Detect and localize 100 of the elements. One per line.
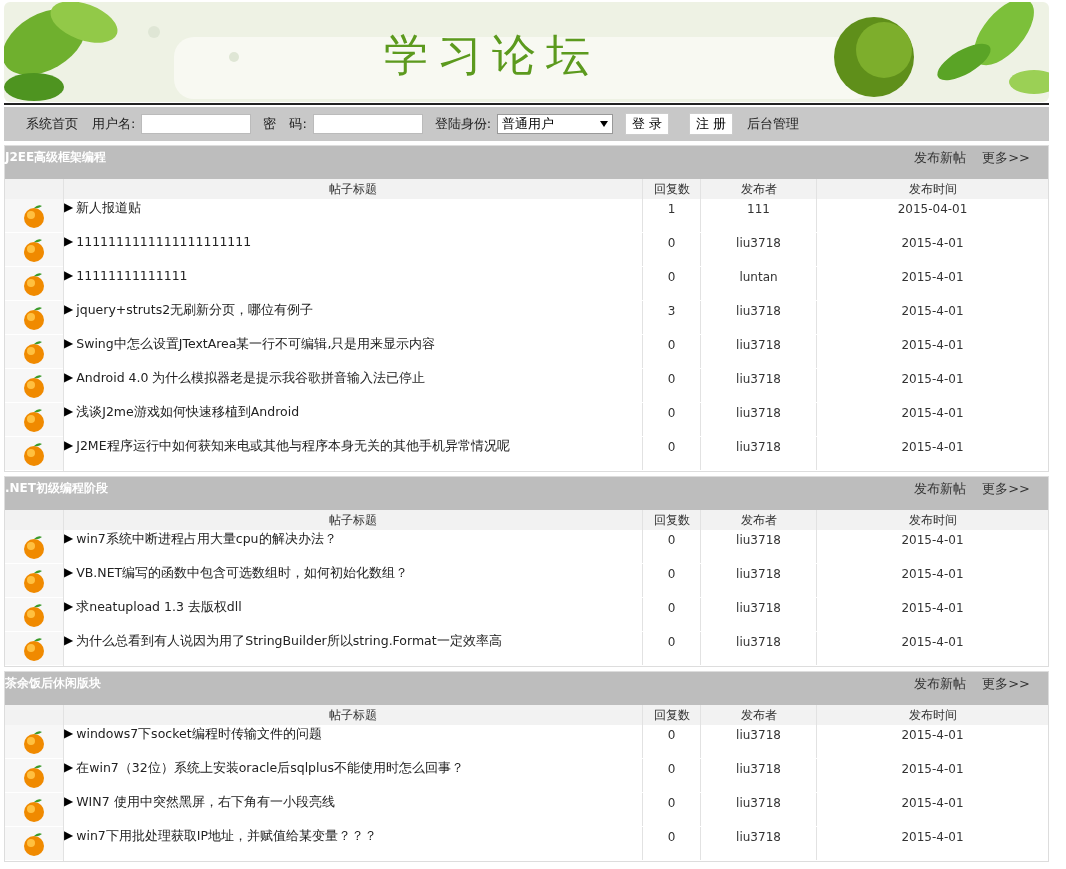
post-title-link[interactable]: win7下用批处理获取IP地址，并赋值给某变量？？？ [76,828,378,845]
password-field[interactable] [312,114,423,134]
fruit-icon [22,567,46,594]
fruit-icon [22,601,46,628]
admin-link[interactable]: 后台管理 [747,115,800,133]
fruit-icon [22,762,46,789]
fruit-icon [22,338,46,365]
section-title: 茶余饭后休闲版块 [5,675,101,692]
column-header: 回复数 [642,705,700,725]
reply-count: 0 [642,759,700,792]
reply-count: 0 [642,369,700,402]
reply-count: 1 [642,199,700,232]
reply-count: 0 [642,335,700,368]
post-title-link[interactable]: Swing中怎么设置JTextArea某一行不可编辑,只是用来显示内容 [76,336,436,353]
reply-count: 0 [642,632,700,665]
section-title: J2EE高级框架编程 [5,149,107,166]
reply-count: 0 [642,598,700,631]
post-title-link[interactable]: jquery+struts2无刷新分页，哪位有例子 [76,302,314,319]
fruit-icon [22,728,46,755]
login-button[interactable]: 登 录 [625,113,670,135]
date-cell: 2015-4-01 [816,267,1048,300]
fruit-icon [22,830,46,857]
author-cell: liu3718 [700,530,816,563]
row-marker: ▶ [64,565,74,579]
reply-count: 3 [642,301,700,334]
reply-count: 0 [642,725,700,758]
column-header: 发布者 [700,179,816,199]
row-marker: ▶ [64,200,74,214]
row-marker: ▶ [64,234,74,248]
home-link[interactable]: 系统首页 [26,115,78,133]
author-cell: liu3718 [700,403,816,436]
more-link[interactable]: 更多>> [982,149,1030,167]
row-marker: ▶ [64,726,74,740]
reply-count: 0 [642,403,700,436]
fruit-icon [22,635,46,662]
author-cell: liu3718 [700,725,816,758]
post-title-link[interactable]: 为什么总看到有人说因为用了StringBuilder所以string.Format一定效率高 [76,633,502,650]
fruit-icon [22,304,46,331]
more-link[interactable]: 更多>> [982,480,1030,498]
row-marker: ▶ [64,794,74,808]
password-label: 密 码: [263,115,307,133]
username-field[interactable] [141,114,252,134]
post-title-link[interactable]: 求neatupload 1.3 去版权dll [76,599,242,616]
row-marker: ▶ [64,268,74,282]
username-label: 用户名: [92,115,136,133]
reply-count: 0 [642,564,700,597]
post-title-link[interactable]: 1111111111111111111111 [76,234,252,249]
post-title-link[interactable]: WIN7 使用中突然黑屏，右下角有一小段亮线 [76,794,335,811]
date-cell: 2015-4-01 [816,233,1048,266]
column-header: 发布时间 [816,179,1048,199]
post-title-link[interactable]: 浅谈J2me游戏如何快速移植到Android [76,404,300,421]
fruit-icon [22,440,46,467]
caret-icon [600,121,609,127]
date-cell: 2015-4-01 [816,301,1048,334]
date-cell: 2015-4-01 [816,564,1048,597]
role-select[interactable]: 普通用户 [497,114,614,134]
reply-count: 0 [642,530,700,563]
more-link[interactable]: 更多>> [982,675,1030,693]
author-cell: liu3718 [700,564,816,597]
new-post-link[interactable]: 发布新帖 [914,149,967,167]
column-header: 帖子标题 [63,179,642,199]
date-cell: 2015-4-01 [816,369,1048,402]
banner-title: 学习论坛 [384,28,600,82]
row-marker: ▶ [64,599,74,613]
row-marker: ▶ [64,404,74,418]
author-cell: liu3718 [700,793,816,826]
fruit-icon [22,270,46,297]
author-cell: liu3718 [700,335,816,368]
post-title-link[interactable]: win7系统中断进程占用大量cpu的解决办法？ [76,531,337,548]
post-title-link[interactable]: 新人报道贴 [76,200,142,217]
new-post-link[interactable]: 发布新帖 [914,480,967,498]
row-marker: ▶ [64,828,74,842]
register-button[interactable]: 注 册 [689,113,734,135]
date-cell: 2015-4-01 [816,759,1048,792]
author-cell: liu3718 [700,233,816,266]
date-cell: 2015-4-01 [816,598,1048,631]
reply-count: 0 [642,233,700,266]
fruit-icon [22,372,46,399]
post-title-link[interactable]: Android 4.0 为什么模拟器老是提示我谷歌拼音输入法已停止 [76,370,426,387]
date-cell: 2015-4-01 [816,725,1048,758]
fruit-icon [22,202,46,229]
row-marker: ▶ [64,370,74,384]
post-title-link[interactable]: windows7下socket编程时传输文件的问题 [76,726,322,743]
post-title-link[interactable]: 在win7（32位）系统上安装oracle后sqlplus不能使用时怎么回事？ [76,760,464,777]
row-marker: ▶ [64,438,74,452]
role-label: 登陆身份: [434,115,492,133]
post-title-link[interactable]: J2ME程序运行中如何获知来电或其他与程序本身无关的其他手机异常情况呢 [76,438,510,455]
column-header: 回复数 [642,510,700,530]
author-cell: liu3718 [700,301,816,334]
author-cell: 111 [700,199,816,232]
column-header: 帖子标题 [63,510,642,530]
date-cell: 2015-4-01 [816,335,1048,368]
new-post-link[interactable]: 发布新帖 [914,675,967,693]
author-cell: liu3718 [700,632,816,665]
author-cell: liu3718 [700,598,816,631]
post-title-link[interactable]: VB.NET编写的函数中包含可选数组时，如何初始化数组？ [76,565,409,582]
post-title-link[interactable]: 11111111111111 [76,268,188,283]
column-header: 发布时间 [816,510,1048,530]
date-cell: 2015-4-01 [816,827,1048,860]
row-marker: ▶ [64,760,74,774]
